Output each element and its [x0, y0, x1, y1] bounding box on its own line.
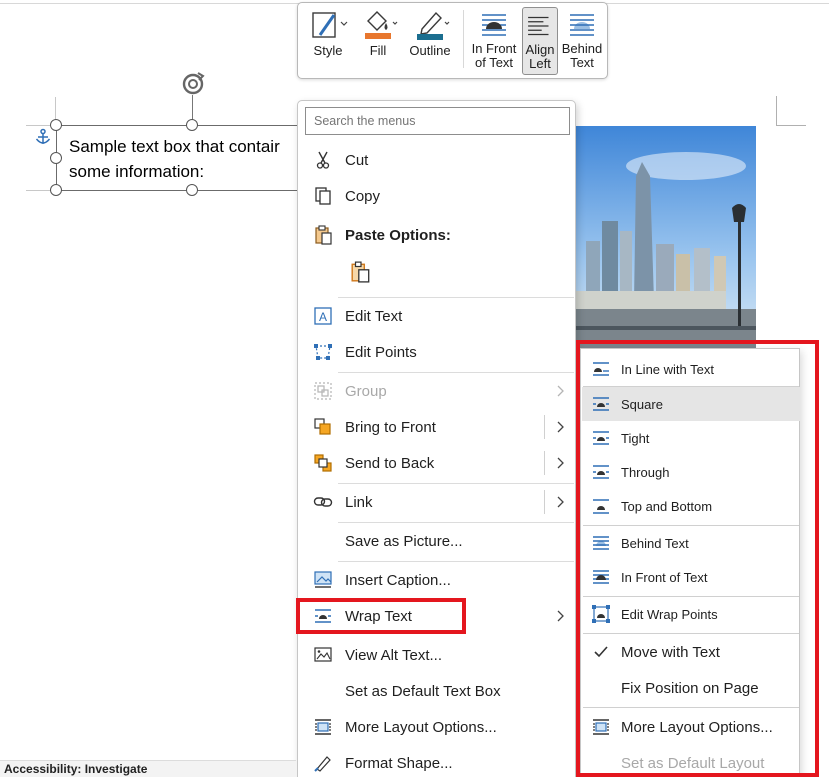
align-label-2: Left — [529, 56, 551, 71]
context-menu: Cut Copy Paste Options: A Edit Text — [297, 100, 576, 777]
text-box-line: some information: — [69, 162, 205, 181]
alt-text-icon — [314, 647, 332, 662]
anchor-icon[interactable] — [34, 128, 52, 146]
split-divider — [544, 415, 545, 439]
accessibility-status[interactable]: Accessibility: Investigate — [4, 762, 147, 776]
style-label: Style — [313, 43, 343, 58]
menu-item-label: Send to Back — [345, 454, 435, 472]
shape-style-icon — [312, 12, 348, 38]
insert-caption-icon — [314, 571, 332, 588]
city-skyline-image[interactable] — [576, 126, 756, 348]
send-to-back-icon — [314, 454, 332, 472]
paste-keep-source-icon — [351, 261, 370, 283]
behind-text-button[interactable]: Behind Text — [560, 7, 604, 75]
menu-item-label: Set as Default Text Box — [345, 682, 501, 700]
rotate-handle-icon[interactable] — [179, 70, 207, 98]
menu-item-label: Bring to Front — [345, 418, 436, 436]
paste-icon — [315, 225, 332, 245]
menu-item-label: Cut — [345, 151, 369, 169]
menu-item-label: Format Shape... — [345, 754, 453, 772]
menu-item-format-shape[interactable]: Format Shape... — [299, 745, 575, 777]
text-box-line: Sample text box that contair — [69, 137, 280, 156]
menu-item-cut[interactable]: Cut — [299, 142, 575, 178]
menu-item-paste-options: Paste Options: — [299, 217, 575, 253]
outline-label: Outline — [409, 43, 451, 58]
page-margin-mark — [776, 96, 777, 126]
search-menus-input[interactable] — [305, 107, 570, 135]
fill-label: Fill — [369, 43, 387, 58]
in-front-label-2: of Text — [474, 55, 514, 70]
edit-points-icon — [314, 344, 332, 360]
behind-label-2: Text — [570, 55, 594, 70]
menu-item-copy[interactable]: Copy — [299, 178, 575, 214]
wrap-text-highlight — [296, 598, 466, 634]
text-box-content[interactable]: Sample text box that contair some inform… — [69, 134, 280, 184]
format-shape-icon — [314, 756, 331, 772]
split-divider — [544, 451, 545, 475]
edit-text-icon: A — [314, 307, 332, 325]
submenu-highlight — [576, 340, 819, 777]
menu-item-save-as-picture[interactable]: Save as Picture... — [299, 523, 575, 559]
menu-item-group: Group — [299, 373, 575, 409]
menu-item-label: Paste Options: — [345, 226, 451, 244]
fill-button[interactable]: Fill — [358, 7, 398, 75]
align-left-icon — [528, 16, 549, 36]
bring-to-front-icon — [314, 418, 331, 435]
menu-item-label: Group — [345, 382, 387, 400]
menu-item-insert-caption[interactable]: Insert Caption... — [299, 562, 575, 598]
align-left-button[interactable]: Align Left — [522, 7, 558, 75]
menu-item-label: Copy — [345, 187, 381, 205]
in-front-of-text-button[interactable]: In Front of Text — [470, 7, 518, 75]
menu-item-bring-to-front[interactable]: Bring to Front — [299, 409, 575, 445]
resize-handle[interactable] — [50, 152, 62, 164]
group-icon — [314, 382, 332, 400]
outline-pen-icon — [417, 11, 450, 40]
page-margin-mark — [776, 125, 806, 126]
menu-item-more-layout-options[interactable]: More Layout Options... — [299, 709, 575, 745]
menu-item-label: More Layout Options... — [345, 718, 497, 736]
menu-item-label: Edit Points — [345, 343, 417, 361]
menu-item-label: Insert Caption... — [345, 571, 451, 589]
link-icon — [313, 497, 333, 507]
chevron-right-icon[interactable] — [555, 495, 565, 509]
copy-icon — [315, 187, 331, 205]
paste-keep-source-button[interactable] — [342, 255, 378, 291]
menu-item-label: Save as Picture... — [345, 532, 463, 550]
menu-item-link[interactable]: Link — [299, 484, 575, 520]
chevron-right-icon[interactable] — [555, 420, 565, 434]
menu-item-label: Edit Text — [345, 307, 403, 325]
mini-toolbar: Style Fill Outline In Front of Text Alig… — [297, 2, 608, 79]
resize-handle[interactable] — [186, 119, 198, 131]
toolbar-separator — [463, 10, 464, 68]
in-front-of-text-icon — [482, 14, 506, 36]
menu-item-send-to-back[interactable]: Send to Back — [299, 445, 575, 481]
menu-item-view-alt-text[interactable]: View Alt Text... — [299, 637, 575, 673]
svg-text:A: A — [319, 310, 327, 324]
status-bar: Accessibility: Investigate — [0, 760, 296, 777]
resize-handle[interactable] — [186, 184, 198, 196]
scissors-icon — [316, 151, 330, 169]
layout-options-icon — [315, 719, 331, 735]
chevron-right-icon — [557, 385, 564, 397]
resize-handle[interactable] — [50, 184, 62, 196]
chevron-right-icon — [557, 610, 564, 622]
menu-item-edit-text[interactable]: A Edit Text — [299, 298, 575, 334]
split-divider — [544, 490, 545, 514]
chevron-right-icon[interactable] — [555, 456, 565, 470]
menu-item-edit-points[interactable]: Edit Points — [299, 334, 575, 370]
style-button[interactable]: Style — [308, 7, 348, 75]
resize-handle[interactable] — [50, 119, 62, 131]
menu-item-label: View Alt Text... — [345, 646, 442, 664]
behind-text-icon — [570, 14, 594, 36]
text-box[interactable]: Sample text box that contair some inform… — [56, 125, 316, 191]
menu-item-label: Link — [345, 493, 373, 511]
menu-item-set-default-text-box[interactable]: Set as Default Text Box — [299, 673, 575, 709]
fill-bucket-icon — [365, 11, 398, 39]
outline-button[interactable]: Outline — [408, 7, 452, 75]
